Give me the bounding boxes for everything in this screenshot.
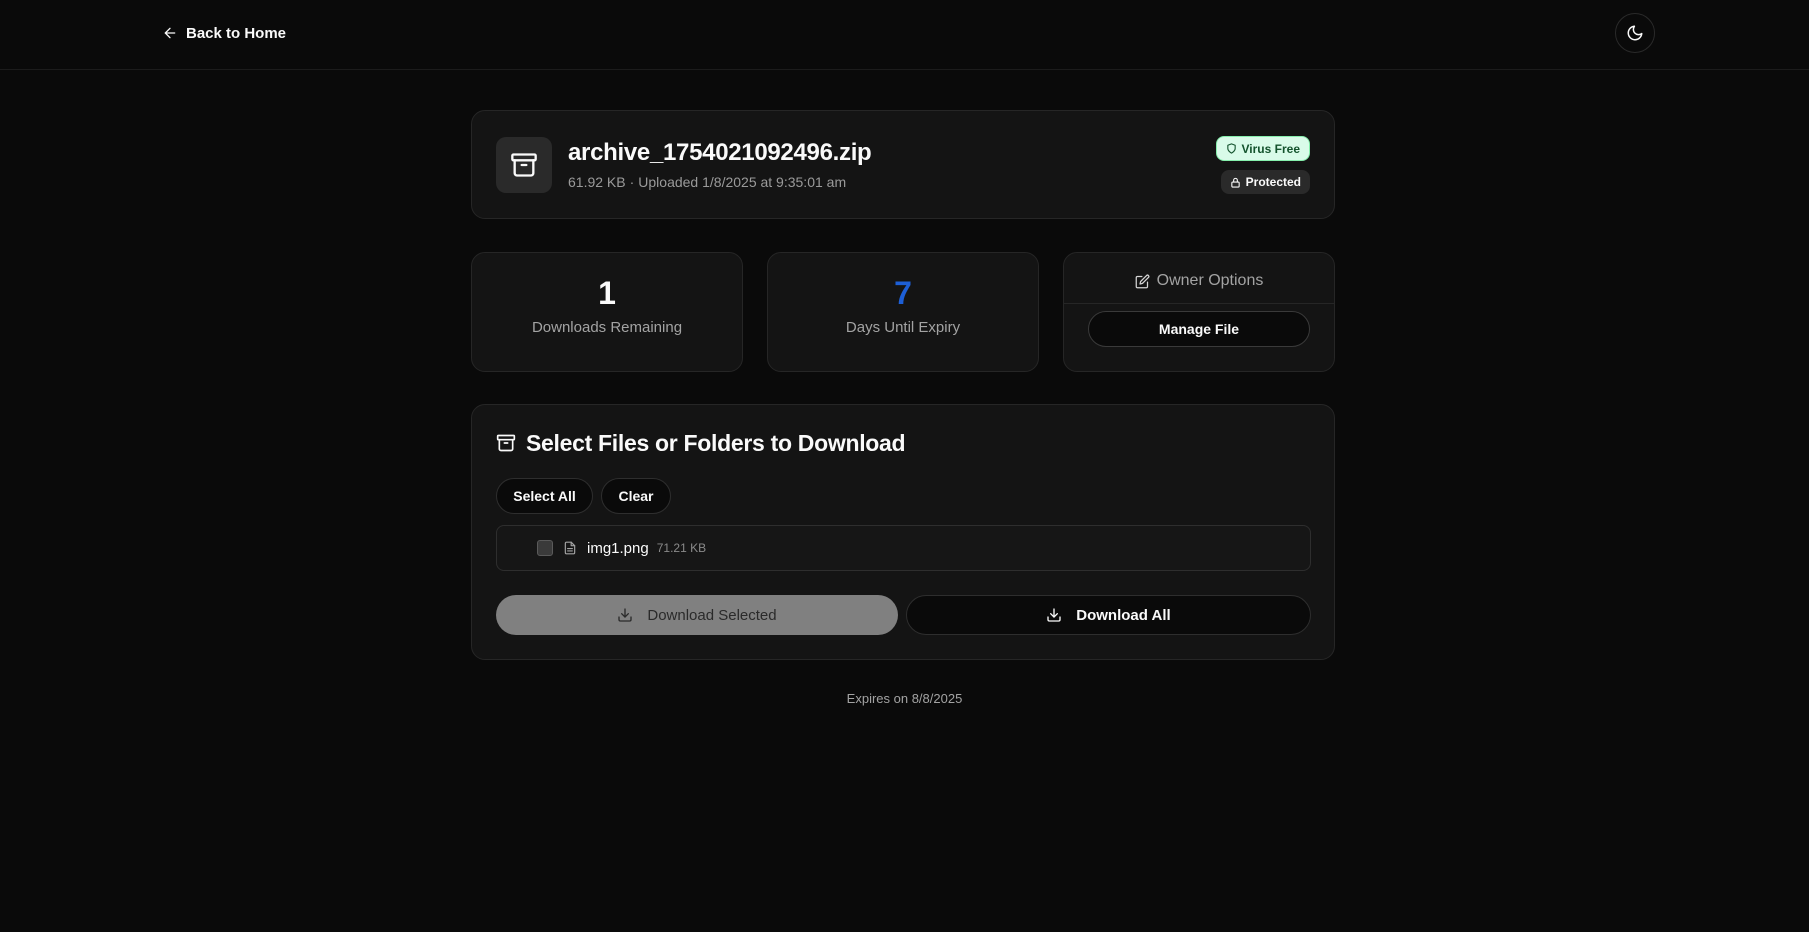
downloads-remaining-label: Downloads Remaining [531, 319, 683, 336]
meta-separator: · [629, 174, 635, 190]
back-to-home-label: Back to Home [186, 24, 287, 42]
file-list: img1.png 71.21 KB [496, 525, 1311, 571]
protected-label: Protected [1245, 175, 1301, 189]
archive-icon [511, 153, 537, 177]
file-name: archive_1754021092496.zip [568, 139, 872, 166]
virus-free-label: Virus Free [1241, 141, 1300, 156]
owner-options-label: Owner Options [1156, 272, 1264, 289]
days-until-expiry-label: Days Until Expiry [845, 319, 961, 336]
download-selected-label: Download Selected [647, 606, 777, 624]
file-info-card: archive_1754021092496.zip 61.92 KB · Uploa… [471, 110, 1335, 219]
top-bar: Back to Home [0, 0, 1809, 70]
downloads-remaining-value: 1 [598, 275, 616, 311]
file-uploaded: Uploaded 1/8/2025 at 9:35:01 am [638, 174, 847, 190]
file-size: 61.92 KB [568, 174, 626, 190]
list-item[interactable]: img1.png 71.21 KB [537, 526, 706, 570]
archive-icon [496, 434, 516, 452]
days-until-expiry-card: 7 Days Until Expiry [767, 252, 1039, 372]
select-files-card: Select Files or Folders to Download Sele… [471, 404, 1335, 660]
owner-options-title: Owner Options [1064, 269, 1334, 293]
lock-icon [1230, 177, 1240, 188]
theme-toggle-button[interactable] [1615, 13, 1655, 53]
download-selected-button[interactable]: Download Selected [496, 595, 898, 635]
moon-icon [1627, 25, 1643, 41]
clear-button[interactable]: Clear [601, 478, 671, 514]
manage-file-button[interactable]: Manage File [1088, 311, 1310, 347]
file-item-size: 71.21 KB [656, 541, 707, 555]
download-all-label: Download All [1076, 606, 1171, 624]
arrow-left-icon [164, 27, 176, 39]
file-icon-box [496, 137, 552, 193]
owner-options-card: Owner Options Manage File [1063, 252, 1335, 372]
virus-free-badge: Virus Free [1215, 136, 1310, 161]
protected-badge: Protected [1220, 170, 1310, 194]
select-all-button[interactable]: Select All [496, 478, 593, 514]
download-icon [618, 608, 633, 622]
file-meta: 61.92 KB · Uploaded 1/8/2025 at 9:35:01 am [568, 174, 846, 190]
file-text-icon [564, 541, 576, 555]
back-to-home-link[interactable]: Back to Home [162, 22, 286, 44]
owner-divider [1064, 303, 1334, 304]
expires-text: Expires on 8/8/2025 [846, 691, 963, 706]
select-files-title: Select Files or Folders to Download [496, 427, 906, 459]
select-files-heading: Select Files or Folders to Download [526, 429, 906, 456]
downloads-remaining-card: 1 Downloads Remaining [471, 252, 743, 372]
shield-icon [1226, 143, 1236, 154]
edit-icon [1135, 274, 1150, 288]
days-until-expiry-value: 7 [894, 275, 912, 311]
download-all-button[interactable]: Download All [906, 595, 1311, 635]
download-icon [1047, 608, 1061, 622]
file-item-name: img1.png [587, 539, 649, 557]
file-checkbox[interactable] [537, 540, 553, 556]
